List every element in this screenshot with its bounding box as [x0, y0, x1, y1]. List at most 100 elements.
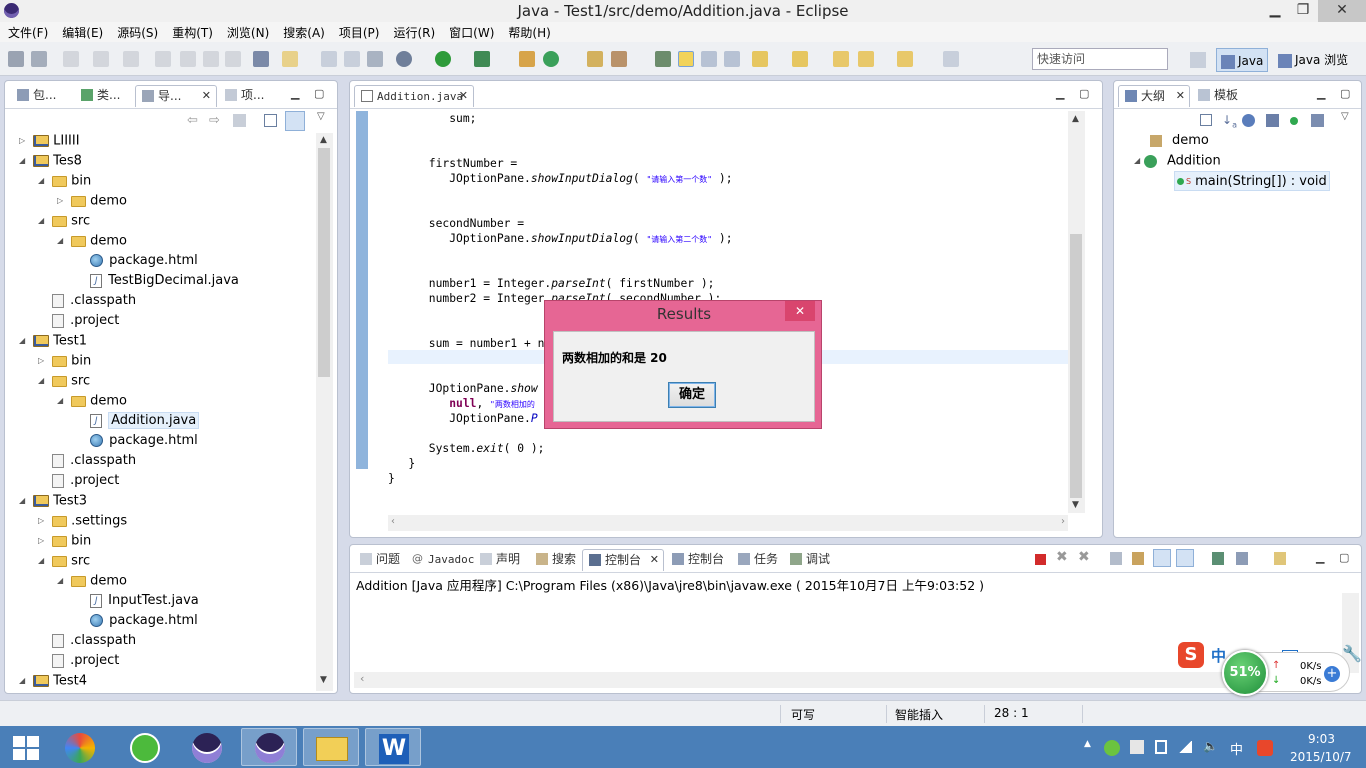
save-icon[interactable]: [321, 51, 337, 67]
collapse-arrow-icon[interactable]: ◢: [57, 571, 67, 591]
close-outline-icon[interactable]: ✕: [1176, 86, 1185, 106]
open-type-icon[interactable]: [587, 51, 603, 67]
editor-hscrollbar[interactable]: ‹ ›: [388, 515, 1068, 531]
scroll-lock-icon[interactable]: [1132, 552, 1144, 565]
toolbar-build-icon[interactable]: [31, 51, 47, 67]
nav-up-icon[interactable]: [233, 114, 246, 127]
new-class-icon[interactable]: [543, 51, 559, 67]
eclipse-logo-icon[interactable]: [4, 3, 19, 18]
menu-source[interactable]: 源码(S): [109, 22, 164, 42]
suspend-icon[interactable]: [180, 51, 196, 67]
sogou-icon[interactable]: S: [1178, 642, 1204, 668]
tree-item[interactable]: ◢ src: [38, 371, 90, 391]
code-line[interactable]: null, "两数相加的: [388, 396, 535, 411]
tab-package-explorer[interactable]: 包...: [11, 85, 56, 107]
expand-arrow-icon[interactable]: ▷: [38, 351, 48, 371]
hide-static-icon[interactable]: [1266, 114, 1279, 127]
code-line[interactable]: firstNumber =: [388, 156, 517, 171]
menu-help[interactable]: 帮助(H): [500, 22, 556, 42]
mark-occurrences-icon[interactable]: [678, 51, 694, 67]
tree-item[interactable]: ◢ demo: [57, 231, 127, 251]
collapse-arrow-icon[interactable]: ◢: [19, 151, 29, 171]
tab-type-hierarchy[interactable]: 类...: [75, 85, 120, 107]
tab-console-2[interactable]: 控制台: [666, 549, 724, 571]
tray-network-icon[interactable]: [1178, 741, 1192, 753]
editor-scroll-right[interactable]: ›: [1061, 516, 1065, 527]
code-line[interactable]: System.exit( 0 );: [388, 441, 545, 456]
terminate-console-icon[interactable]: [1035, 554, 1046, 565]
next-annotation-icon[interactable]: [655, 51, 671, 67]
tree-scroll-up[interactable]: ▲: [320, 135, 327, 145]
word-wrap-icon[interactable]: [1153, 549, 1171, 567]
step-icon[interactable]: [123, 51, 139, 67]
editor-maximize-icon[interactable]: ▢: [1079, 87, 1089, 100]
console-hscrollbar[interactable]: ‹: [354, 672, 1342, 688]
tab-search[interactable]: 搜索: [530, 549, 576, 571]
collapse-all-icon[interactable]: [264, 114, 277, 127]
tree-item[interactable]: package.html: [76, 611, 198, 631]
accelerate-icon[interactable]: +: [1324, 666, 1340, 682]
menu-search[interactable]: 搜索(A): [275, 22, 331, 42]
editor-scroll-up[interactable]: ▲: [1072, 114, 1079, 124]
tree-item[interactable]: J TestBigDecimal.java: [76, 271, 239, 291]
tab-outline[interactable]: 大纲 ✕: [1118, 85, 1190, 107]
code-line[interactable]: JOptionPane.showInputDialog( "请输入第一个数" )…: [388, 171, 732, 186]
code-line[interactable]: JOptionPane.P: [388, 411, 537, 426]
editor-scroll-down[interactable]: ▼: [1072, 500, 1079, 510]
tree-scroll-thumb[interactable]: [318, 148, 330, 377]
debug-icon[interactable]: [396, 51, 412, 67]
code-line[interactable]: number1 = Integer.parseInt( firstNumber …: [388, 276, 715, 291]
menu-run[interactable]: 运行(R): [385, 22, 441, 42]
expand-arrow-icon[interactable]: ▷: [38, 511, 48, 531]
print-icon[interactable]: [367, 51, 383, 67]
pin-icon[interactable]: [943, 51, 959, 67]
editor-minimize-icon[interactable]: ▁: [1056, 87, 1064, 100]
ok-button[interactable]: 确定: [668, 382, 716, 408]
clock-time[interactable]: 9:03: [1308, 732, 1335, 746]
tree-item[interactable]: ◢ Test1: [19, 331, 87, 351]
menu-edit[interactable]: 编辑(E): [54, 22, 109, 42]
show-whitespace-icon[interactable]: [724, 51, 740, 67]
taskbar-app-explorer[interactable]: [303, 728, 359, 766]
quick-access-input[interactable]: 快速访问: [1032, 48, 1168, 70]
collapse-arrow-icon[interactable]: ◢: [57, 391, 67, 411]
clock-date[interactable]: 2015/10/7: [1290, 750, 1352, 764]
outline-item-class[interactable]: ◢ Addition: [1134, 151, 1221, 171]
sort-icon[interactable]: ↓a: [1222, 113, 1237, 129]
last-edit-icon[interactable]: [833, 51, 849, 67]
tree-item[interactable]: ◢ Test3: [19, 491, 87, 511]
outline-item-package[interactable]: demo: [1150, 131, 1209, 151]
forward-icon[interactable]: [897, 51, 913, 67]
next-edit-icon[interactable]: [752, 51, 768, 67]
skip-breakpoints-icon[interactable]: [253, 51, 269, 67]
hide-nonpublic-icon[interactable]: [1290, 117, 1298, 125]
disconnect-icon[interactable]: [225, 51, 241, 67]
tree-item[interactable]: .project: [38, 471, 119, 491]
editor-vscrollbar[interactable]: ▲ ▼: [1068, 111, 1085, 513]
tree-item[interactable]: ▷ demo: [57, 191, 127, 211]
tree-item[interactable]: J Addition.java: [76, 411, 200, 431]
nav-back-icon[interactable]: ⇦: [187, 113, 198, 128]
terminate-icon[interactable]: [203, 51, 219, 67]
tree-scroll-down[interactable]: ▼: [320, 675, 327, 685]
outline-collapse-icon[interactable]: [1200, 114, 1212, 126]
tree-item[interactable]: package.html: [76, 251, 198, 271]
menu-refactor[interactable]: 重构(T): [164, 22, 219, 42]
maximize-panel-icon[interactable]: ▢: [314, 87, 324, 100]
perspective-java-browse-button[interactable]: Java 浏览: [1274, 48, 1352, 72]
outline-maximize-icon[interactable]: ▢: [1340, 87, 1350, 100]
code-line[interactable]: }: [388, 471, 395, 486]
tree-item[interactable]: ◢ Test4: [19, 671, 87, 691]
collapse-arrow-icon[interactable]: ◢: [19, 671, 29, 691]
taskbar-app-colorful[interactable]: [52, 728, 108, 766]
tree-item[interactable]: ▷ .settings: [38, 511, 127, 531]
hide-local-types-icon[interactable]: [1311, 114, 1324, 127]
outline-minimize-icon[interactable]: ▁: [1317, 87, 1325, 100]
tree-scrollbar[interactable]: ▲ ▼: [316, 133, 333, 691]
collapse-arrow-icon[interactable]: ◢: [38, 371, 48, 391]
run-ext-icon[interactable]: [474, 51, 490, 67]
redo-icon[interactable]: [93, 51, 109, 67]
console-maximize-icon[interactable]: ▢: [1339, 551, 1349, 564]
hide-fields-icon[interactable]: [1242, 114, 1255, 127]
tree-item[interactable]: ▷ LIIIII: [19, 131, 80, 151]
